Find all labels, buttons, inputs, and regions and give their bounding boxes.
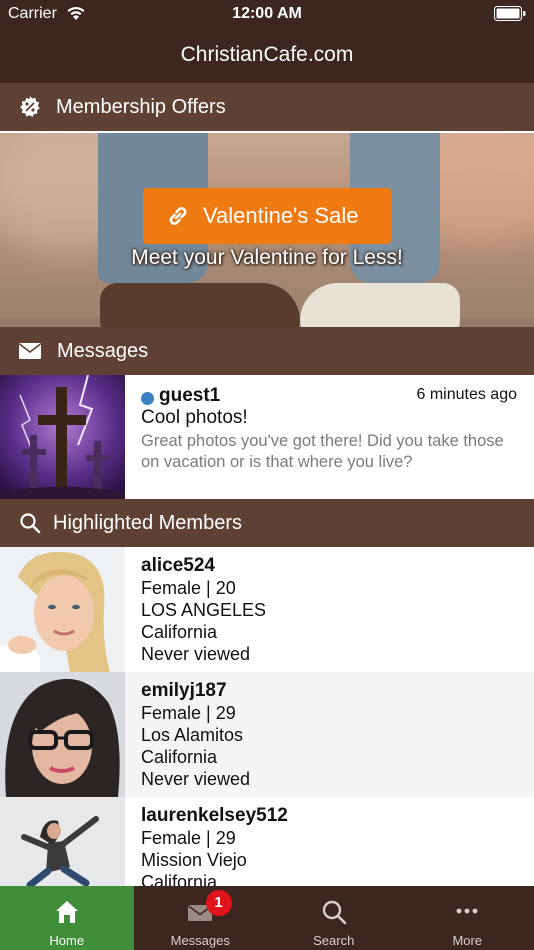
tab-search-label: Search	[313, 933, 355, 948]
member-state: California	[141, 747, 218, 767]
tab-home[interactable]: Home	[0, 886, 134, 950]
message-preview: Great photos you've got there! Did you t…	[141, 432, 504, 471]
tab-search[interactable]: Search	[267, 886, 401, 950]
member-details: Female | 29	[141, 703, 236, 723]
messages-header: Messages	[0, 327, 534, 375]
shoe-left-image	[100, 283, 300, 327]
status-bar: Carrier 12:00 AM	[0, 0, 534, 30]
app-title: ChristianCafe.com	[180, 43, 354, 66]
valentines-banner[interactable]: Valentine's Sale Meet your Valentine for…	[0, 133, 534, 327]
tab-more-label: More	[452, 933, 483, 948]
membership-offers-header: Membership Offers	[0, 83, 534, 131]
navigation-bar: ChristianCafe.com	[0, 30, 534, 83]
member-details: Female | 29	[141, 828, 236, 848]
highlighted-members-header: Highlighted Members	[0, 499, 534, 547]
messages-label: Messages	[57, 340, 149, 362]
membership-offers-label: Membership Offers	[56, 96, 226, 118]
member-city: Los Alamitos	[141, 725, 244, 745]
member-view-status: Never viewed	[141, 644, 251, 664]
badge-percent-icon	[20, 96, 40, 117]
message-time: 6 minutes ago	[416, 386, 517, 403]
member-card[interactable]: alice524 Female | 20 LOS ANGELES Califor…	[0, 547, 534, 672]
unread-messages-badge: 1	[205, 890, 232, 916]
member-city: Mission Viejo	[141, 850, 247, 870]
search-icon	[20, 513, 41, 534]
tab-messages-label: Messages	[170, 933, 230, 948]
more-dots-icon	[456, 908, 478, 914]
envelope-icon	[19, 343, 41, 359]
tab-bar: Home 1 Messages Search More	[0, 886, 534, 950]
member-photo	[0, 672, 125, 797]
search-icon	[322, 900, 347, 925]
valentines-sale-button[interactable]: Valentine's Sale	[143, 188, 391, 244]
banner-tagline: Meet your Valentine for Less!	[131, 246, 403, 269]
member-view-status: Never viewed	[141, 769, 251, 789]
status-time: 12:00 AM	[232, 5, 302, 22]
member-username: emilyj187	[141, 680, 227, 701]
member-state: California	[141, 622, 218, 642]
tab-messages[interactable]: 1 Messages	[134, 886, 268, 950]
member-photo	[0, 797, 125, 886]
shoe-right-image	[300, 283, 460, 327]
highlighted-members-label: Highlighted Members	[53, 512, 242, 534]
message-item[interactable]: guest1 6 minutes ago Cool photos! Great …	[0, 375, 534, 500]
link-icon	[169, 207, 187, 225]
message-sender: guest1	[159, 385, 221, 406]
home-icon	[55, 901, 78, 923]
member-username: alice524	[141, 555, 215, 576]
message-sender-avatar	[0, 375, 125, 500]
online-status-indicator	[141, 392, 154, 405]
member-card[interactable]: emilyj187 Female | 29 Los Alamitos Calif…	[0, 672, 534, 797]
member-username: laurenkelsey512	[141, 805, 288, 826]
member-card[interactable]: laurenkelsey512 Female | 29 Mission Viej…	[0, 797, 534, 886]
member-city: LOS ANGELES	[141, 600, 267, 620]
message-subject: Cool photos!	[141, 407, 248, 428]
tab-more[interactable]: More	[401, 886, 534, 950]
battery-icon	[494, 6, 526, 21]
member-photo	[0, 547, 125, 672]
member-details: Female | 20	[141, 578, 236, 598]
tab-home-label: Home	[49, 933, 85, 948]
member-state: California	[141, 872, 218, 886]
valentines-sale-label: Valentine's Sale	[203, 203, 359, 228]
